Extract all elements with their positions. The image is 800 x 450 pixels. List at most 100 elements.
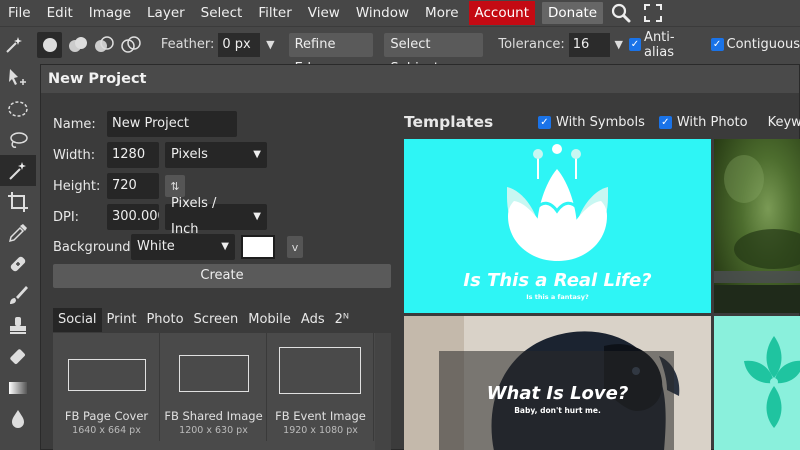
chevron-down-icon: ▼ xyxy=(253,211,261,222)
anti-alias-label: Anti-alias xyxy=(644,29,675,60)
keywords-input[interactable]: Keywords xyxy=(768,115,800,130)
tab-mobile[interactable]: Mobile xyxy=(243,308,296,332)
template-photo-nature[interactable] xyxy=(714,139,800,313)
width-unit-select[interactable]: Pixels ▼ xyxy=(165,142,267,168)
tab-social[interactable]: Social xyxy=(53,308,102,332)
flower-icon xyxy=(714,316,800,450)
dialog-title: New Project xyxy=(41,65,799,93)
selection-add-icon[interactable] xyxy=(66,32,90,58)
preset-item[interactable]: FB Event Image 1920 x 1080 px xyxy=(267,333,374,441)
feather-dropdown-icon[interactable]: ▼ xyxy=(266,38,274,51)
name-row: Name: New Project xyxy=(53,111,237,137)
selection-subtract-icon[interactable] xyxy=(92,32,116,58)
lasso-tool-icon[interactable] xyxy=(0,124,36,155)
dpi-input[interactable]: 300.000 xyxy=(107,204,159,230)
width-row: Width: 1280 Pixels ▼ xyxy=(53,142,267,168)
width-unit-value: Pixels xyxy=(171,147,208,162)
selection-intersect-icon[interactable] xyxy=(118,32,142,58)
tolerance-input[interactable]: 16 xyxy=(568,32,611,57)
menu-select[interactable]: Select xyxy=(193,0,251,26)
healing-brush-tool-icon[interactable] xyxy=(0,248,36,279)
height-label: Height: xyxy=(53,178,101,194)
height-input[interactable]: 720 xyxy=(107,173,159,199)
template-title: What Is Love? xyxy=(486,383,629,404)
magic-wand-icon[interactable] xyxy=(0,27,28,63)
templates-title: Templates xyxy=(404,113,494,131)
dpi-row: DPI: 300.000 Pixels / Inch ▼ xyxy=(53,196,267,237)
fullscreen-icon[interactable] xyxy=(639,0,667,26)
name-label: Name: xyxy=(53,116,96,132)
tab-2n[interactable]: 2ᴺ xyxy=(330,308,354,332)
width-label: Width: xyxy=(53,147,96,163)
menu-window[interactable]: Window xyxy=(348,0,417,26)
select-subject-button[interactable]: Select Subject xyxy=(384,32,484,76)
preset-item[interactable]: FB Shared Image 1200 x 630 px xyxy=(160,333,267,441)
tolerance-dropdown-icon[interactable]: ▼ xyxy=(614,38,622,51)
anti-alias-checkbox[interactable]: ✓ Anti-alias xyxy=(628,29,701,60)
tool-strip xyxy=(0,62,36,450)
menu-edit[interactable]: Edit xyxy=(39,0,81,26)
checkbox-checked-icon[interactable]: ✓ xyxy=(658,116,672,129)
background-select[interactable]: White ▼ xyxy=(131,234,235,260)
contiguous-checkbox[interactable]: ✓ Contiguous xyxy=(710,37,800,52)
background-row: Background: White ▼ v xyxy=(53,234,303,260)
menu-layer[interactable]: Layer xyxy=(139,0,193,26)
tab-screen[interactable]: Screen xyxy=(189,308,244,332)
dpi-unit-select[interactable]: Pixels / Inch ▼ xyxy=(165,196,267,237)
photo-image xyxy=(714,155,800,313)
color-dropdown-button[interactable]: v xyxy=(287,236,303,258)
template-mint-flower[interactable] xyxy=(714,316,800,450)
preset-size: 1640 x 664 px xyxy=(72,425,141,436)
preset-scrollbar[interactable] xyxy=(375,333,391,450)
new-project-dialog: New Project Name: New Project Width: 128… xyxy=(40,64,800,450)
tab-print[interactable]: Print xyxy=(102,308,142,332)
clone-stamp-tool-icon[interactable] xyxy=(0,310,36,341)
eraser-tool-icon[interactable] xyxy=(0,341,36,372)
refine-edge-button[interactable]: Refine Edge xyxy=(288,32,374,76)
template-real-life[interactable]: Is This a Real Life? Is this a fantasy? xyxy=(404,139,711,313)
brush-tool-icon[interactable] xyxy=(0,279,36,310)
template-subtitle: Is this a fantasy? xyxy=(526,293,589,301)
template-what-is-love[interactable]: What Is Love? Baby, don't hurt me. xyxy=(404,316,711,450)
menu-image[interactable]: Image xyxy=(81,0,139,26)
preset-name: FB Event Image xyxy=(275,409,366,423)
name-input[interactable]: New Project xyxy=(107,111,237,137)
background-label: Background: xyxy=(53,239,135,255)
account-button[interactable]: Account xyxy=(468,1,536,25)
feather-label: Feather: xyxy=(160,37,215,52)
template-subtitle: Baby, don't hurt me. xyxy=(514,406,601,415)
dpi-label: DPI: xyxy=(53,209,80,225)
menu-bar: File Edit Image Layer Select Filter View… xyxy=(0,0,800,26)
preset-size: 1920 x 1080 px xyxy=(283,425,358,436)
chevron-down-icon: ▼ xyxy=(221,241,229,252)
search-icon[interactable] xyxy=(607,0,635,26)
gradient-tool-icon[interactable] xyxy=(0,372,36,403)
checkbox-checked-icon: ✓ xyxy=(628,38,642,51)
move-tool-icon[interactable] xyxy=(0,62,36,93)
template-filters: ✓ With Symbols ✓ With Photo Keywords xyxy=(538,115,800,130)
tab-photo[interactable]: Photo xyxy=(141,308,188,332)
menu-file[interactable]: File xyxy=(0,0,39,26)
create-button[interactable]: Create xyxy=(53,264,391,288)
background-value: White xyxy=(137,239,175,254)
marquee-tool-icon[interactable] xyxy=(0,93,36,124)
eyedropper-tool-icon[interactable] xyxy=(0,217,36,248)
preset-item[interactable]: FB Page Cover 1640 x 664 px xyxy=(53,333,160,441)
background-color-swatch[interactable] xyxy=(241,235,275,259)
menu-filter[interactable]: Filter xyxy=(250,0,299,26)
magic-wand-tool-icon[interactable] xyxy=(0,155,36,186)
selection-new-icon[interactable] xyxy=(37,31,62,58)
donate-button[interactable]: Donate xyxy=(542,2,604,24)
menu-view[interactable]: View xyxy=(300,0,348,26)
width-input[interactable]: 1280 xyxy=(107,142,159,168)
with-symbols-label: With Symbols xyxy=(556,115,645,130)
template-title: Is This a Real Life? xyxy=(463,270,652,291)
height-row: Height: 720 ⇅ xyxy=(53,173,185,199)
feather-input[interactable]: 0 px xyxy=(218,32,261,57)
checkbox-checked-icon[interactable]: ✓ xyxy=(538,116,551,129)
crop-tool-icon[interactable] xyxy=(0,186,36,217)
tab-ads[interactable]: Ads xyxy=(296,308,330,332)
blur-tool-icon[interactable] xyxy=(0,403,36,434)
preset-size: 1200 x 630 px xyxy=(179,425,248,436)
menu-more[interactable]: More xyxy=(417,0,466,26)
